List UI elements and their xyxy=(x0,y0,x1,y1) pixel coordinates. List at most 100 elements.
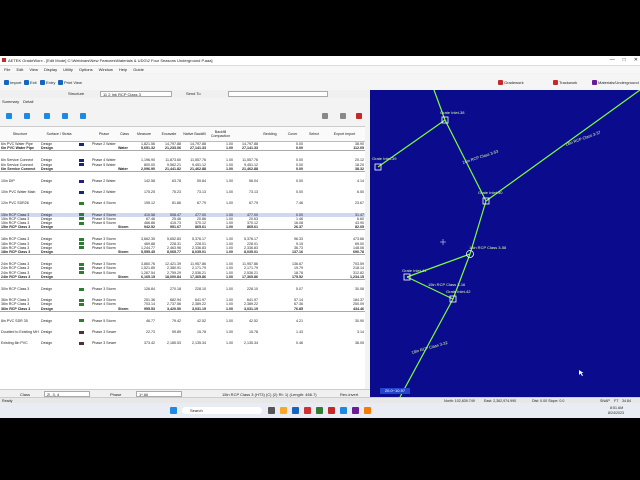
pipe-segment[interactable] xyxy=(433,90,446,121)
exit-button[interactable]: Exit xyxy=(24,78,37,86)
menu-utility[interactable]: Utility xyxy=(63,66,73,73)
print-view-button[interactable]: Print View xyxy=(58,78,82,86)
phase-color-swatch xyxy=(79,190,84,194)
phase-color-swatch xyxy=(79,201,84,205)
col-bedding[interactable]: Bedding xyxy=(259,127,281,142)
clock-date[interactable]: 8/24/2023 xyxy=(608,411,624,415)
cell-bedding xyxy=(259,341,281,345)
maximize-button[interactable]: □ xyxy=(623,57,626,63)
menu-options[interactable]: Options xyxy=(79,66,93,73)
table-row[interactable]: Existing 8in PVC Design Phase 3 Sewer 373.4… xyxy=(0,341,365,345)
plan-view[interactable]: Grate Inlet-38 Grate Inlet-39 24in RCP C… xyxy=(370,90,640,397)
print-table-icon[interactable] xyxy=(322,113,328,119)
plan-canvas[interactable]: Grate Inlet-38 Grate Inlet-39 24in RCP C… xyxy=(370,90,640,397)
menu-edit[interactable]: Edit xyxy=(16,66,23,73)
phase-color-swatch xyxy=(79,142,84,146)
phase-color-swatch xyxy=(79,287,84,291)
start-icon[interactable] xyxy=(170,407,177,414)
col-surface[interactable]: Surface / Strata xyxy=(40,127,78,142)
table-spacer-row xyxy=(0,230,365,238)
minimize-button[interactable]: — xyxy=(610,57,615,63)
pipe-segment[interactable] xyxy=(406,276,454,300)
table-spacer-row xyxy=(0,172,365,180)
menu-view[interactable]: View xyxy=(29,66,38,73)
pipe-segment[interactable] xyxy=(485,90,640,202)
label-grate-inlet-39: Grate Inlet-39 xyxy=(372,156,397,161)
phase-color-swatch xyxy=(79,341,84,345)
cell-swatch xyxy=(78,341,91,345)
send-to-dropdown[interactable] xyxy=(228,91,328,97)
report-icon[interactable] xyxy=(80,113,86,119)
cell-excavate: 2,185.53 xyxy=(167,341,181,346)
structure-dropdown[interactable]: 11 2 Ink RCP Class 3 xyxy=(100,91,172,97)
task-view-icon[interactable] xyxy=(268,407,275,414)
col-phase[interactable]: Phase xyxy=(91,127,117,142)
close-button[interactable]: ✕ xyxy=(634,57,638,63)
app-icon-purple[interactable] xyxy=(352,407,359,414)
cell-export-import: 36.05 xyxy=(355,341,364,346)
refresh-icon[interactable] xyxy=(6,113,12,119)
cell-phase: Phase 4 Storm xyxy=(92,201,116,206)
pipe-segment[interactable] xyxy=(406,253,471,278)
label-15in-rcp-3-16: 15in RCP Class 3-16 xyxy=(428,282,466,287)
calculate-icon[interactable] xyxy=(24,113,30,119)
cell-class xyxy=(117,341,132,345)
menu-display[interactable]: Display xyxy=(44,66,57,73)
tab-summary[interactable]: Summary xyxy=(2,99,19,105)
col-backfill-compaction[interactable]: Backfill Compaction xyxy=(207,127,234,142)
entry-button[interactable]: Entry xyxy=(40,78,55,86)
clock-time[interactable]: 8:51 AM xyxy=(610,406,623,410)
col-export-import[interactable]: Export Import xyxy=(324,127,365,142)
taskbar-search[interactable]: Search xyxy=(182,407,262,414)
col-structure[interactable]: Structure xyxy=(0,127,40,142)
phase-color-swatch xyxy=(79,217,84,221)
menu-bar: File Edit View Display Utility Options W… xyxy=(0,66,640,73)
col-measure[interactable]: Measure xyxy=(132,127,156,142)
app-icon-green[interactable] xyxy=(316,407,323,414)
action-toolbar xyxy=(0,106,370,126)
app-icon xyxy=(2,58,6,62)
send-to-label: Send To xyxy=(186,91,201,96)
materials-icon xyxy=(592,79,597,85)
settings-icon[interactable] xyxy=(340,113,346,119)
import-button[interactable]: Import xyxy=(4,78,21,86)
app-icon-red[interactable] xyxy=(304,407,311,414)
menu-window[interactable]: Window xyxy=(99,66,113,73)
close-panel-icon[interactable] xyxy=(356,113,362,119)
tab-detail[interactable]: Detail xyxy=(23,99,33,105)
col-class[interactable]: Class xyxy=(117,127,132,142)
quantity-table: Structure Surface / Strata Phase Class M… xyxy=(0,126,365,389)
gradework-button[interactable]: Gradework xyxy=(498,78,524,86)
app-icon-orange[interactable] xyxy=(364,407,371,414)
phase-color-swatch xyxy=(79,213,84,217)
gradeworx-taskbar-icon[interactable] xyxy=(328,407,335,414)
cell-phase: Phase 4 Water xyxy=(92,158,116,163)
filter-icon[interactable] xyxy=(62,113,68,119)
menu-guide[interactable]: Guide xyxy=(133,66,144,73)
phase-color-swatch xyxy=(79,319,84,323)
cell-phase: Phase 5 Storm xyxy=(92,318,116,323)
phase-color-swatch xyxy=(79,242,84,246)
exit-icon xyxy=(24,79,29,85)
table-spacer-row xyxy=(0,194,365,201)
edge-icon[interactable] xyxy=(292,407,299,414)
col-select[interactable]: Select xyxy=(304,127,324,142)
app-icon-blue[interactable] xyxy=(340,407,347,414)
col-excavate[interactable]: Excavate xyxy=(156,127,182,142)
materials-underground-button[interactable]: Materials/Underground xyxy=(592,78,639,86)
cell-structure: Doubled to Existing MH xyxy=(1,330,39,335)
col-cover[interactable]: Cover xyxy=(281,127,304,142)
cell-measure: 373.42 xyxy=(144,341,155,346)
file-explorer-icon[interactable] xyxy=(280,407,287,414)
col-native-backfill[interactable]: Native Backfill xyxy=(182,127,207,142)
cell-structure: Existing 8in PVC xyxy=(1,341,28,346)
menu-help[interactable]: Help xyxy=(119,66,127,73)
table-spacer-row xyxy=(0,323,365,330)
export-icon[interactable] xyxy=(44,113,50,119)
menu-file[interactable]: File xyxy=(4,66,10,73)
table-header-row: Structure Surface / Strata Phase Class M… xyxy=(0,127,365,142)
table-spacer-row xyxy=(0,280,365,288)
label-grate-inlet-40: Grate Inlet-40 xyxy=(478,190,503,195)
label-18in-rcp-3-37: 18in RCP Class 3-37 xyxy=(565,129,602,147)
trackwork-button[interactable]: Trackwork xyxy=(553,78,577,86)
